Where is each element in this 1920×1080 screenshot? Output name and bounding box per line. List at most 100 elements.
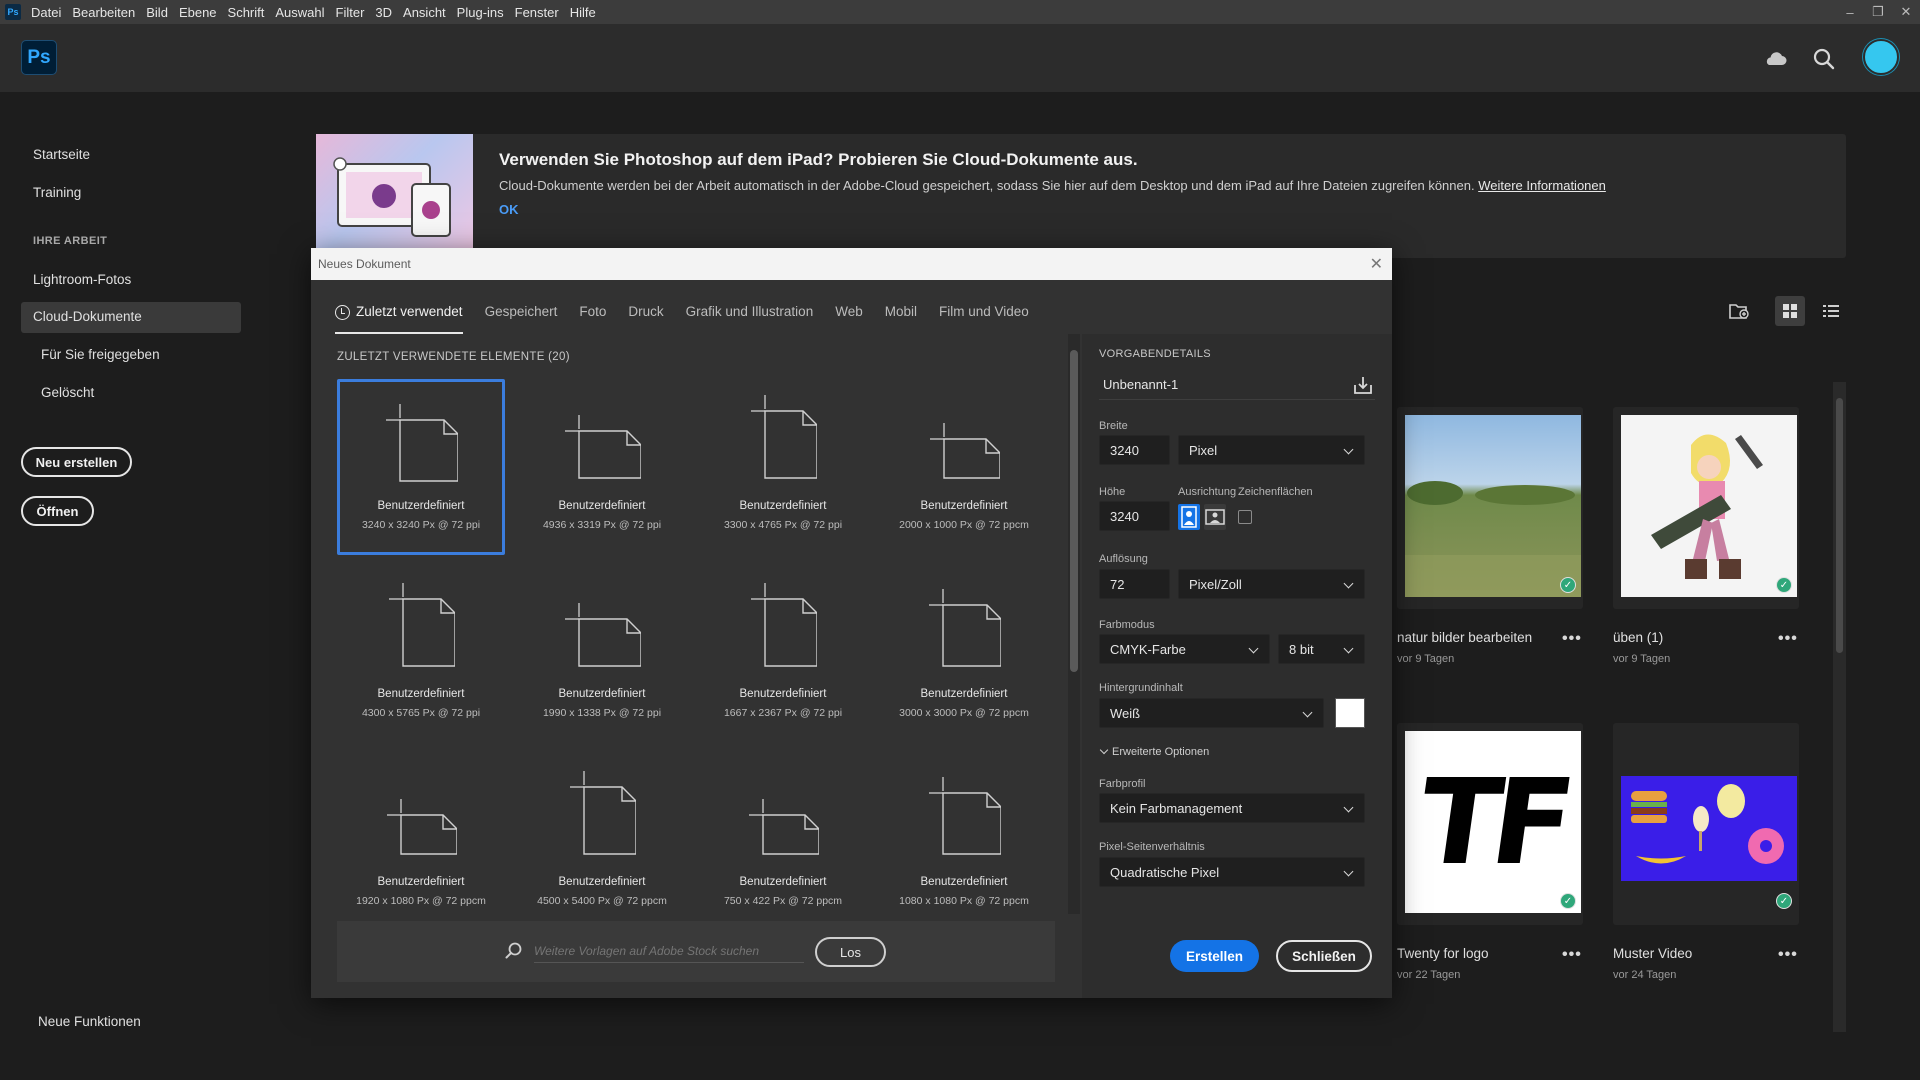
sidebar-item-training[interactable]: Training (33, 185, 81, 200)
minimize-icon[interactable]: – (1836, 0, 1864, 24)
search-icon[interactable] (1811, 46, 1837, 72)
tab-recent[interactable]: Zuletzt verwendet (335, 304, 463, 334)
docs-scrollbar-thumb[interactable] (1836, 398, 1843, 653)
menu-3d[interactable]: 3D (375, 5, 392, 20)
preset-name: Benutzerdefiniert (377, 688, 465, 700)
restore-icon[interactable]: ❐ (1864, 0, 1892, 24)
menu-fenster[interactable]: Fenster (515, 5, 559, 20)
menu-auswahl[interactable]: Auswahl (275, 5, 324, 20)
portrait-orientation-icon[interactable] (1178, 504, 1200, 530)
preset-tile[interactable]: Benutzerdefiniert 1080 x 1080 Px @ 72 ppc… (880, 755, 1048, 931)
list-view-icon[interactable] (1816, 296, 1846, 326)
landscape-orientation-icon[interactable] (1204, 504, 1226, 530)
document-preset-icon (389, 583, 455, 667)
clock-icon (335, 305, 350, 320)
doc-more-icon[interactable]: ••• (1778, 630, 1798, 648)
new-document-button[interactable]: Neu erstellen (21, 447, 132, 477)
height-input[interactable]: 3240 (1099, 501, 1170, 531)
preset-tile[interactable]: Benutzerdefiniert 4936 x 3319 Px @ 72 ppi (518, 379, 686, 555)
menu-schrift[interactable]: Schrift (228, 5, 265, 20)
background-color-swatch[interactable] (1335, 698, 1365, 728)
document-preset-icon (751, 583, 817, 667)
doc-name[interactable]: Twenty for logo (1397, 946, 1489, 961)
new-folder-icon[interactable] (1724, 296, 1754, 326)
grid-view-icon[interactable] (1775, 296, 1805, 326)
width-input[interactable]: 3240 (1099, 435, 1170, 465)
menu-bearbeiten[interactable]: Bearbeiten (72, 5, 135, 20)
docs-scrollbar[interactable] (1833, 382, 1846, 1032)
sidebar-item-cloud-docs[interactable]: Cloud-Dokumente (33, 309, 142, 324)
doc-card-muster[interactable]: ✓ (1613, 723, 1799, 925)
preset-tile[interactable]: Benutzerdefiniert 3300 x 4765 Px @ 72 ppi (699, 379, 867, 555)
tab-saved[interactable]: Gespeichert (485, 304, 558, 334)
color-mode-select[interactable]: CMYK-Farbe (1099, 634, 1270, 664)
preset-tile[interactable]: Benutzerdefiniert 3240 x 3240 Px @ 72 ppi (337, 379, 505, 555)
color-profile-select[interactable]: Kein Farbmanagement (1099, 793, 1365, 823)
avatar[interactable] (1863, 39, 1899, 75)
preset-tile[interactable]: Benutzerdefiniert 2000 x 1000 Px @ 72 ppc… (880, 379, 1048, 555)
advanced-options-toggle[interactable]: Erweiterte Optionen (1099, 745, 1209, 758)
tab-film-video[interactable]: Film und Video (939, 304, 1029, 334)
resolution-unit-select[interactable]: Pixel/Zoll (1178, 569, 1365, 599)
resolution-input[interactable]: 72 (1099, 569, 1170, 599)
artboards-checkbox[interactable] (1238, 510, 1252, 524)
photoshop-logo[interactable]: Ps (21, 40, 57, 75)
photoshop-mini-logo: Ps (5, 4, 21, 20)
tab-print[interactable]: Druck (628, 304, 663, 334)
menu-datei[interactable]: Datei (31, 5, 61, 20)
preset-tile[interactable]: Benutzerdefiniert 3000 x 3000 Px @ 72 ppc… (880, 567, 1048, 743)
doc-card-natur[interactable]: ✓ (1397, 407, 1583, 609)
preset-size: 3000 x 3000 Px @ 72 ppcm (899, 707, 1029, 719)
preset-tile[interactable]: Benutzerdefiniert 4300 x 5765 Px @ 72 ppi (337, 567, 505, 743)
cloud-icon[interactable] (1762, 46, 1788, 72)
tab-mobile[interactable]: Mobil (885, 304, 917, 334)
doc-name[interactable]: üben (1) (1613, 630, 1663, 645)
preset-tile[interactable]: Benutzerdefiniert 1920 x 1080 Px @ 72 ppc… (337, 755, 505, 931)
dialog-close-icon[interactable]: ✕ (1370, 254, 1383, 274)
pixel-aspect-select[interactable]: Quadratische Pixel (1099, 857, 1365, 887)
bit-depth-select[interactable]: 8 bit (1278, 634, 1365, 664)
presets-scrollbar[interactable] (1068, 334, 1080, 914)
save-preset-icon[interactable] (1352, 374, 1374, 396)
menu-bild[interactable]: Bild (146, 5, 168, 20)
preset-tile[interactable]: Benutzerdefiniert 4500 x 5400 Px @ 72 ppc… (518, 755, 686, 931)
doc-more-icon[interactable]: ••• (1562, 946, 1582, 964)
close-button[interactable]: Schließen (1276, 940, 1372, 972)
preset-tile[interactable]: Benutzerdefiniert 750 x 422 Px @ 72 ppcm (699, 755, 867, 931)
doc-more-icon[interactable]: ••• (1778, 946, 1798, 964)
close-window-icon[interactable]: ✕ (1892, 0, 1920, 24)
chevron-down-icon (1099, 745, 1109, 755)
sidebar-item-shared[interactable]: Für Sie freigegeben (41, 347, 160, 362)
banner-learn-more-link[interactable]: Weitere Informationen (1478, 178, 1606, 193)
tab-web[interactable]: Web (835, 304, 863, 334)
stock-search-input[interactable] (534, 939, 804, 963)
new-features-link[interactable]: Neue Funktionen (38, 1014, 141, 1029)
menu-hilfe[interactable]: Hilfe (570, 5, 596, 20)
doc-name[interactable]: Muster Video (1613, 946, 1692, 961)
preset-tile[interactable]: Benutzerdefiniert 1990 x 1338 Px @ 72 ppi (518, 567, 686, 743)
sidebar-item-deleted[interactable]: Gelöscht (41, 385, 94, 400)
document-name-field[interactable]: Unbenannt-1 (1099, 370, 1375, 400)
sidebar-item-home[interactable]: Startseite (33, 147, 90, 162)
menu-ebene[interactable]: Ebene (179, 5, 217, 20)
menu-filter[interactable]: Filter (336, 5, 365, 20)
doc-card-twenty[interactable]: TF ✓ (1397, 723, 1583, 925)
tab-photo[interactable]: Foto (579, 304, 606, 334)
menu-ansicht[interactable]: Ansicht (403, 5, 446, 20)
preset-tile[interactable]: Benutzerdefiniert 1667 x 2367 Px @ 72 ppi (699, 567, 867, 743)
doc-more-icon[interactable]: ••• (1562, 630, 1582, 648)
tab-art-illustration[interactable]: Grafik und Illustration (686, 304, 814, 334)
sidebar-item-lightroom[interactable]: Lightroom-Fotos (33, 272, 131, 287)
banner-ok-button[interactable]: OK (499, 202, 519, 217)
open-button[interactable]: Öffnen (21, 496, 94, 526)
width-unit-select[interactable]: Pixel (1178, 435, 1365, 465)
create-button[interactable]: Erstellen (1170, 940, 1259, 972)
presets-scrollbar-thumb[interactable] (1070, 350, 1078, 672)
height-label: Höhe (1099, 486, 1126, 498)
doc-card-ueben[interactable]: ✓ (1613, 407, 1799, 609)
background-select[interactable]: Weiß (1099, 698, 1324, 728)
doc-name[interactable]: natur bilder bearbeiten (1397, 630, 1532, 645)
menu-plugins[interactable]: Plug-ins (457, 5, 504, 20)
artboards-label: Zeichenflächen (1238, 486, 1313, 498)
stock-go-button[interactable]: Los (815, 937, 886, 967)
